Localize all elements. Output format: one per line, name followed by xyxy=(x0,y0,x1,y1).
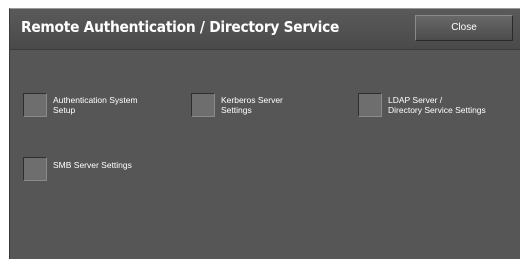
page-title: Remote Authentication / Directory Servic… xyxy=(21,18,340,36)
smb-server-settings-label: SMB Server Settings xyxy=(53,160,132,170)
ldap-directory-service-settings-label: LDAP Server / Directory Service Settings xyxy=(388,95,486,115)
ldap-directory-service-settings-option[interactable]: LDAP Server / Directory Service Settings xyxy=(358,93,486,117)
kerberos-server-settings-option[interactable]: Kerberos Server Settings xyxy=(191,93,283,117)
ldap-directory-service-settings-button[interactable] xyxy=(358,93,382,117)
smb-server-settings-option[interactable]: SMB Server Settings xyxy=(23,157,132,181)
close-button[interactable]: Close xyxy=(415,15,513,41)
header-divider xyxy=(10,49,520,50)
kerberos-server-settings-label: Kerberos Server Settings xyxy=(221,95,283,115)
authentication-system-setup-button[interactable] xyxy=(23,93,47,117)
header-bar: Remote Authentication / Directory Servic… xyxy=(10,9,520,49)
remote-auth-panel: Remote Authentication / Directory Servic… xyxy=(9,8,520,259)
smb-server-settings-button[interactable] xyxy=(23,157,47,181)
authentication-system-setup-label: Authentication System Setup xyxy=(53,95,138,115)
kerberos-server-settings-button[interactable] xyxy=(191,93,215,117)
authentication-system-setup-option[interactable]: Authentication System Setup xyxy=(23,93,138,117)
